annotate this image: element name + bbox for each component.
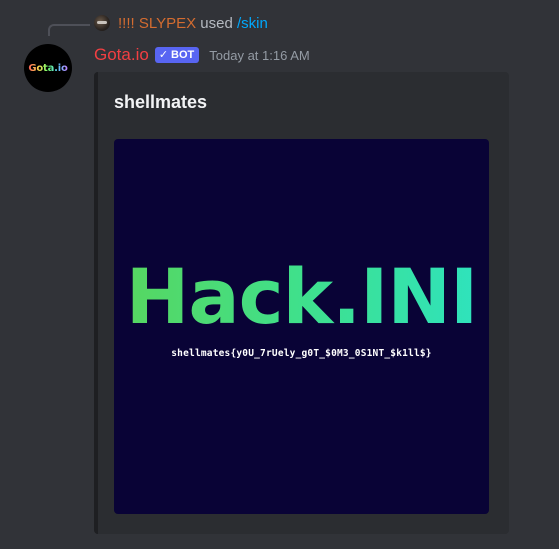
- reply-action: used: [200, 15, 233, 32]
- avatar[interactable]: Gota.io: [24, 44, 72, 92]
- reply-username[interactable]: !!!! SLYPEX: [118, 15, 196, 32]
- bot-badge: ✓ BOT: [154, 47, 200, 63]
- message-header: Gota.io ✓ BOT Today at 1:16 AM: [94, 43, 310, 67]
- avatar-logo: Gota.io: [28, 62, 68, 74]
- reply-preview[interactable]: !!!! SLYPEX used /skin: [118, 14, 268, 34]
- embed-image[interactable]: Hack.INI shellmates{y0U_7rUely_g0T_$0M3_…: [114, 139, 489, 514]
- embed: shellmates Hack.INI shellmates{y0U_7rUel…: [94, 72, 509, 534]
- timestamp[interactable]: Today at 1:16 AM: [209, 48, 309, 63]
- reply-avatar[interactable]: [94, 15, 110, 31]
- reply-command[interactable]: /skin: [237, 15, 268, 32]
- image-flag-text: shellmates{y0U_7rUely_g0T_$0M3_0S1NT_$k1…: [171, 348, 432, 359]
- message-container: !!!! SLYPEX used /skin Gota.io Gota.io ✓…: [0, 0, 559, 549]
- embed-accent-bar: [94, 72, 98, 534]
- username[interactable]: Gota.io: [94, 45, 149, 65]
- reply-spine: [48, 24, 90, 36]
- image-headline: Hack.INI: [114, 257, 489, 337]
- bot-badge-label: BOT: [171, 49, 195, 61]
- embed-title: shellmates: [114, 92, 208, 112]
- check-icon: ✓: [158, 49, 169, 61]
